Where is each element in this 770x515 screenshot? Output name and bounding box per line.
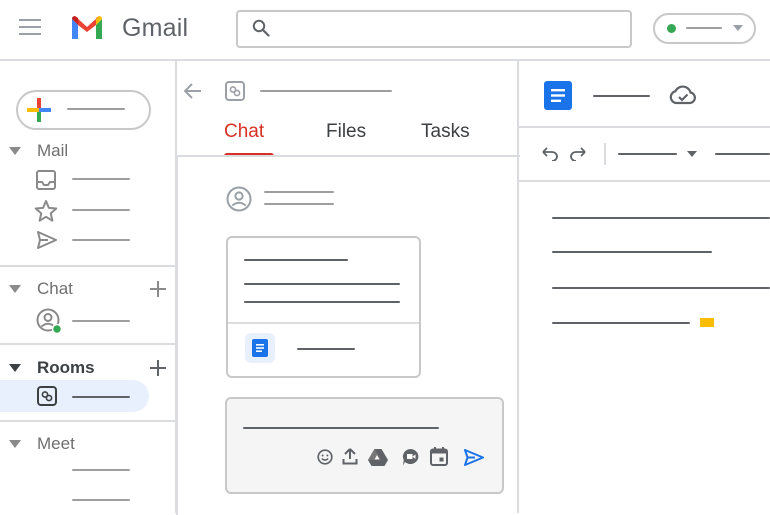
redo-icon[interactable] — [570, 147, 586, 161]
toolbar-separator — [604, 143, 606, 165]
new-room-plus-icon[interactable] — [150, 360, 166, 376]
meet-item-placeholder[interactable] — [72, 469, 130, 471]
google-drive-icon[interactable] — [368, 449, 388, 466]
doc-text-line — [552, 251, 712, 253]
docs-icon — [252, 339, 268, 357]
chevron-down-icon[interactable] — [687, 151, 697, 157]
sender-name-placeholder — [264, 191, 334, 193]
style-dropdown-placeholder[interactable] — [618, 153, 677, 155]
status-text-placeholder — [686, 27, 722, 29]
room-name-placeholder[interactable] — [72, 396, 130, 398]
font-dropdown-placeholder[interactable] — [715, 153, 770, 155]
compose-button[interactable] — [16, 90, 151, 130]
gmail-logo-icon[interactable] — [70, 15, 104, 41]
video-meet-icon[interactable] — [402, 449, 420, 466]
message-line — [244, 301, 400, 303]
plus-icon — [27, 98, 51, 122]
message-line — [244, 283, 400, 285]
hamburger-menu-icon[interactable] — [19, 19, 41, 35]
undo-icon[interactable] — [542, 147, 558, 161]
sidebar-divider — [0, 343, 175, 345]
message-time-placeholder — [264, 203, 334, 205]
message-line — [244, 259, 348, 261]
tab-tasks[interactable]: Tasks — [421, 121, 470, 143]
message-composer[interactable] — [225, 397, 504, 494]
chat-section-label[interactable]: Chat — [37, 279, 73, 299]
doc-title-placeholder[interactable] — [593, 95, 650, 97]
card-divider — [228, 322, 419, 324]
tab-files[interactable]: Files — [326, 121, 366, 143]
mail-section-toggle[interactable] — [9, 147, 21, 155]
back-arrow-icon[interactable] — [184, 83, 202, 99]
search-bar[interactable] — [236, 10, 632, 48]
composer-text-placeholder[interactable] — [243, 427, 439, 429]
attachment-title-placeholder[interactable] — [297, 348, 355, 350]
room-header-icon — [225, 81, 245, 101]
collaborator-cursor — [700, 318, 714, 327]
room-icon[interactable] — [37, 386, 57, 406]
person-icon[interactable] — [36, 308, 62, 334]
chevron-down-icon[interactable] — [733, 25, 743, 31]
star-icon[interactable] — [34, 199, 58, 223]
message-card — [226, 236, 421, 378]
tab-chat[interactable]: Chat — [224, 121, 264, 143]
doc-text-line — [552, 322, 690, 324]
meet-item-placeholder[interactable] — [72, 499, 130, 501]
doc-header-divider — [519, 126, 770, 128]
inbox-label-placeholder[interactable] — [72, 178, 130, 180]
room-title-placeholder — [260, 90, 392, 92]
rooms-section-label[interactable]: Rooms — [37, 358, 95, 378]
send-message-icon[interactable] — [464, 449, 484, 466]
meet-section-label[interactable]: Meet — [37, 434, 75, 454]
status-selector[interactable] — [653, 13, 756, 44]
compose-label-placeholder — [67, 108, 125, 110]
rooms-section-toggle[interactable] — [9, 364, 21, 372]
doc-text-line — [552, 217, 770, 219]
attachment-chip[interactable] — [245, 333, 275, 363]
app-title: Gmail — [122, 14, 189, 42]
panel-divider — [517, 61, 519, 513]
chat-contact-placeholder[interactable] — [72, 320, 130, 322]
doc-text-line — [552, 287, 770, 289]
inbox-icon[interactable] — [36, 170, 56, 190]
calendar-icon[interactable] — [430, 447, 448, 466]
send-icon[interactable] — [37, 231, 57, 249]
online-status-dot — [667, 24, 676, 33]
sidebar-divider — [0, 265, 175, 267]
meet-section-toggle[interactable] — [9, 440, 21, 448]
search-icon[interactable] — [252, 19, 270, 37]
docs-icon[interactable] — [544, 81, 572, 110]
sidebar-divider — [0, 420, 175, 422]
new-chat-plus-icon[interactable] — [150, 281, 166, 297]
chat-section-toggle[interactable] — [9, 285, 21, 293]
mail-section-label[interactable]: Mail — [37, 141, 68, 161]
sender-avatar-icon — [226, 186, 252, 212]
upload-icon[interactable] — [342, 448, 358, 465]
toolbar-divider — [519, 180, 770, 182]
cloud-saved-icon — [669, 85, 697, 105]
starred-label-placeholder[interactable] — [72, 209, 130, 211]
emoji-icon[interactable] — [317, 449, 333, 465]
sent-label-placeholder[interactable] — [72, 239, 130, 241]
